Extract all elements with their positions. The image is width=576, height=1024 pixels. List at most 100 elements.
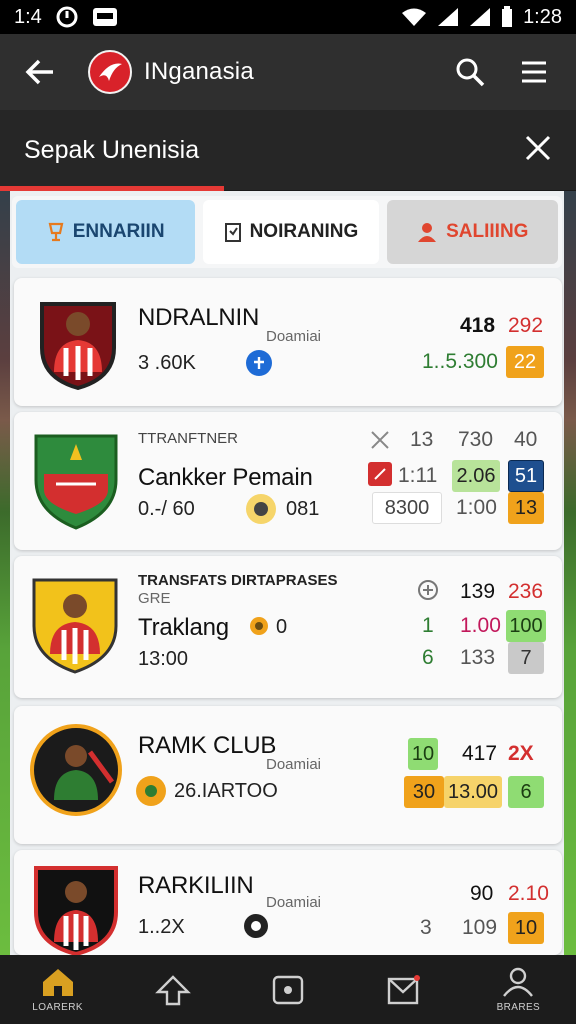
stat-pill: 7 bbox=[508, 642, 544, 674]
stat-pill: 30 bbox=[404, 776, 444, 808]
club-badge bbox=[28, 574, 120, 674]
wifi-icon bbox=[401, 7, 427, 27]
stat-pill: 13 bbox=[508, 492, 544, 524]
app-title: INganasia bbox=[144, 58, 254, 85]
stat-value: 6 bbox=[422, 646, 434, 669]
nav-message[interactable] bbox=[355, 955, 451, 1024]
player-card[interactable]: NDRALNIN Doamiai 3 .60K 418 292 1..5.300… bbox=[14, 278, 562, 406]
stat-value: 109 bbox=[462, 916, 498, 939]
notification-icon bbox=[92, 7, 118, 27]
nav-user[interactable]: BRARES bbox=[470, 955, 566, 1024]
up-arrow-icon bbox=[154, 974, 191, 1005]
nav-device[interactable] bbox=[240, 955, 336, 1024]
menu-button[interactable] bbox=[512, 50, 556, 94]
battery-icon bbox=[501, 6, 513, 28]
player-value: 1..2X bbox=[138, 916, 185, 938]
clipboard-icon bbox=[224, 223, 241, 242]
logo-icon bbox=[99, 63, 122, 81]
close-button[interactable] bbox=[524, 134, 552, 167]
tab-ennariin[interactable]: ENNARIIN bbox=[16, 200, 196, 264]
close-icon bbox=[525, 135, 551, 160]
circle-status-icon bbox=[56, 6, 78, 28]
player-name: Cankker Pemain bbox=[138, 464, 313, 491]
player-name: RARKILIIN bbox=[138, 872, 254, 899]
tab-label: ENNARIIN bbox=[72, 221, 165, 242]
tab-label: SALIIING bbox=[446, 221, 529, 242]
home-icon bbox=[42, 969, 73, 996]
tab-label: NOIRANING bbox=[249, 221, 359, 242]
tab-saliiing[interactable]: SALIIING bbox=[386, 200, 558, 264]
stat-value: 417 bbox=[462, 742, 498, 765]
nav-up[interactable] bbox=[125, 955, 221, 1024]
info-icon bbox=[246, 350, 272, 376]
player-value: 26.IARTOO bbox=[174, 780, 278, 802]
stat-pill: 2.06 bbox=[452, 460, 500, 492]
player-value: 0.-/ 60 bbox=[138, 498, 195, 520]
bottom-nav: LOARERK BRARES bbox=[0, 955, 576, 1024]
stat-value: 292 bbox=[508, 314, 544, 337]
stat-value: 3 bbox=[420, 916, 432, 939]
stat-value: 133 bbox=[460, 646, 496, 669]
medal-icon bbox=[246, 612, 272, 638]
nav-label: BRARES bbox=[496, 1002, 541, 1013]
stat-value: 1.00 bbox=[460, 614, 501, 637]
tab-bar: ENNARIIN NOIRANING SALIIING bbox=[12, 196, 562, 268]
player-card[interactable]: TRANSFATS DIRTAPRASES GRE Traklang 0 13:… bbox=[14, 556, 562, 698]
back-button[interactable] bbox=[20, 52, 60, 92]
player-card[interactable]: RAMK CLUB Doamiai 26.IARTOO 10 417 2X 30… bbox=[14, 706, 562, 844]
stat-value: 90 bbox=[470, 882, 494, 905]
status-time: 1:28 bbox=[523, 5, 562, 28]
cross-icon bbox=[368, 428, 392, 452]
status-bar: 1:4 1:28 bbox=[0, 0, 576, 34]
message-icon bbox=[387, 974, 421, 1004]
app-header: INganasia bbox=[0, 34, 576, 110]
user-icon bbox=[503, 967, 534, 997]
tab-noiraning[interactable]: NOIRANING bbox=[203, 200, 379, 264]
person-icon bbox=[418, 223, 437, 242]
card-icon bbox=[368, 462, 392, 486]
stat-pill: 100 bbox=[506, 610, 546, 642]
club-badge bbox=[30, 722, 122, 818]
player-value: 13:00 bbox=[138, 648, 189, 670]
player-subtitle: Doamiai bbox=[266, 894, 322, 911]
signal-icon bbox=[437, 7, 459, 27]
search-button[interactable] bbox=[448, 50, 492, 94]
back-arrow-icon bbox=[25, 59, 53, 85]
stat-pill: 13.00 bbox=[444, 776, 502, 808]
player-subtitle: Doamiai bbox=[266, 328, 322, 345]
award-icon bbox=[136, 776, 166, 806]
card-top-sublabel: GRE bbox=[138, 590, 171, 607]
hamburger-icon bbox=[522, 61, 546, 83]
stat-value: 1..5.300 bbox=[422, 350, 498, 373]
trophy-icon bbox=[48, 222, 64, 242]
stat-pill: 22 bbox=[506, 346, 544, 378]
stat-value: 730 bbox=[458, 428, 494, 451]
device-icon bbox=[272, 975, 304, 1004]
search-icon bbox=[456, 58, 485, 87]
stat-value: 2.10 bbox=[508, 882, 549, 905]
stat-value: 139 bbox=[460, 580, 496, 603]
card-top-label: TRANSFATS DIRTAPRASES bbox=[138, 572, 338, 589]
nav-home[interactable]: LOARERK bbox=[10, 955, 106, 1024]
coin-icon bbox=[246, 494, 276, 524]
club-badge bbox=[30, 862, 122, 958]
player-card[interactable]: TTRANFTNER Cankker Pemain 0.-/ 60 081 13… bbox=[14, 412, 562, 550]
club-badge bbox=[30, 430, 122, 530]
stat-value: 1:00 bbox=[456, 496, 497, 519]
ball-icon bbox=[244, 914, 268, 938]
player-subtitle: Doamiai bbox=[266, 756, 322, 773]
stat-value: 13 bbox=[410, 428, 434, 451]
stat-value: 236 bbox=[508, 580, 544, 603]
stat-value: 1 bbox=[422, 614, 434, 637]
player-card[interactable]: RARKILIIN Doamiai 1..2X 90 2.10 3 109 10 bbox=[14, 850, 562, 958]
stat-value: 2X bbox=[508, 742, 534, 765]
stat-pill: 6 bbox=[508, 776, 544, 808]
player-name: Traklang bbox=[138, 614, 229, 641]
player-value-secondary: 0 bbox=[276, 616, 288, 638]
stat-value: 418 bbox=[460, 314, 496, 337]
stat-pill: 51 bbox=[508, 460, 544, 492]
app-logo bbox=[88, 50, 132, 94]
player-name: RAMK CLUB bbox=[138, 732, 277, 759]
section-title: Sepak Unenisia bbox=[24, 135, 200, 164]
stat-pill: 8300 bbox=[372, 492, 442, 524]
